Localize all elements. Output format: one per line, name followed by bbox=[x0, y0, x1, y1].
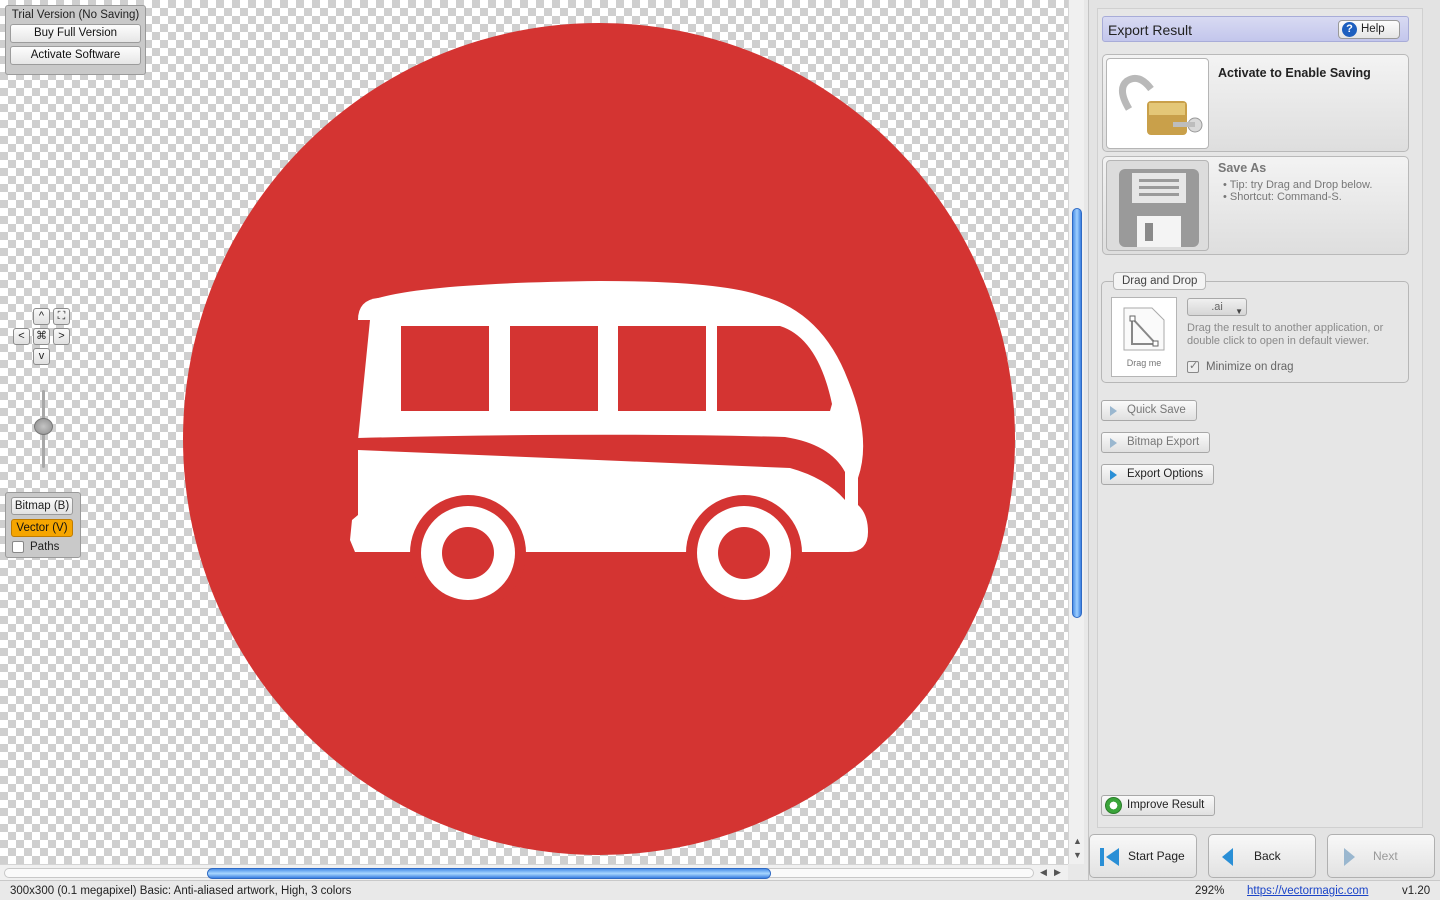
quick-save-label: Quick Save bbox=[1127, 404, 1186, 416]
vector-artwork bbox=[183, 23, 1015, 855]
drag-me-tile[interactable]: Drag me bbox=[1111, 297, 1177, 377]
bitmap-export-label: Bitmap Export bbox=[1127, 436, 1200, 448]
buy-full-version-button[interactable]: Buy Full Version bbox=[10, 24, 141, 43]
center-view-icon[interactable]: ⌘ bbox=[33, 328, 50, 345]
improve-result-button[interactable]: Improve Result bbox=[1101, 795, 1216, 816]
drag-drop-hint: Drag the result to another application, … bbox=[1187, 322, 1384, 347]
start-page-label: Start Page bbox=[1128, 849, 1185, 863]
fit-view-icon[interactable]: ⛶ bbox=[53, 308, 70, 325]
paths-checkbox[interactable] bbox=[12, 541, 24, 553]
scroll-down-icon[interactable]: ▼ bbox=[1073, 850, 1082, 860]
improve-result-label: Improve Result bbox=[1127, 799, 1205, 811]
refresh-icon bbox=[1105, 797, 1122, 814]
horizontal-scrollbar[interactable]: ◀ ▶ bbox=[0, 864, 1068, 880]
activate-card[interactable]: Activate to Enable Saving bbox=[1102, 54, 1409, 152]
bitmap-export-button[interactable]: Bitmap Export bbox=[1101, 432, 1211, 453]
export-result-header: Export Result ? Help bbox=[1102, 16, 1409, 42]
export-options-button[interactable]: Export Options bbox=[1101, 464, 1215, 485]
vertical-scrollbar[interactable]: ▲ ▼ bbox=[1068, 0, 1084, 864]
format-select-value: .ai bbox=[1211, 301, 1223, 313]
save-as-card[interactable]: Save As Tip: try Drag and Drop below. Sh… bbox=[1102, 156, 1409, 255]
help-icon: ? bbox=[1342, 22, 1357, 37]
activate-software-button[interactable]: Activate Software bbox=[10, 46, 141, 65]
scroll-up-icon[interactable]: ▲ bbox=[1073, 836, 1082, 846]
version-label: v1.20 bbox=[1402, 885, 1431, 897]
help-button[interactable]: ? Help bbox=[1338, 20, 1400, 39]
artwork-canvas[interactable]: Trial Version (No Saving) Buy Full Versi… bbox=[0, 0, 1068, 864]
drag-drop-legend: Drag and Drop bbox=[1113, 272, 1207, 290]
pan-right-button[interactable]: > bbox=[53, 328, 70, 345]
vector-file-icon bbox=[1123, 307, 1165, 351]
start-page-button[interactable]: Start Page bbox=[1089, 834, 1197, 878]
zoom-slider-thumb[interactable] bbox=[34, 418, 53, 435]
minimize-on-drag-toggle[interactable]: Minimize on drag bbox=[1187, 359, 1294, 373]
next-button[interactable]: Next bbox=[1327, 834, 1435, 878]
horizontal-scroll-thumb[interactable] bbox=[207, 868, 771, 879]
paths-label: Paths bbox=[30, 541, 60, 553]
play-arrow-icon bbox=[1110, 438, 1117, 448]
scroll-left-icon[interactable]: ◀ bbox=[1040, 867, 1047, 878]
view-mode-panel: Bitmap (B) Vector (V) Paths bbox=[5, 492, 81, 558]
minimize-checkbox[interactable] bbox=[1187, 359, 1199, 373]
pan-left-button[interactable]: < bbox=[13, 328, 30, 345]
export-result-title: Export Result bbox=[1108, 22, 1193, 38]
next-arrow-icon bbox=[1344, 848, 1355, 866]
back-arrow-icon bbox=[1222, 848, 1233, 866]
trial-panel: Trial Version (No Saving) Buy Full Versi… bbox=[5, 5, 146, 75]
website-link[interactable]: https://vectormagic.com bbox=[1247, 885, 1368, 897]
pan-up-button[interactable]: ^ bbox=[33, 308, 50, 325]
trial-title: Trial Version (No Saving) bbox=[11, 9, 140, 21]
format-select[interactable]: .ai ▼ bbox=[1187, 298, 1247, 316]
zoom-level: 292% bbox=[1195, 885, 1225, 897]
play-arrow-icon bbox=[1110, 406, 1117, 416]
save-as-tip: Tip: try Drag and Drop below. bbox=[1223, 179, 1373, 191]
next-label: Next bbox=[1373, 849, 1398, 863]
back-button[interactable]: Back bbox=[1208, 834, 1316, 878]
quick-save-button[interactable]: Quick Save bbox=[1101, 400, 1197, 421]
back-label: Back bbox=[1254, 849, 1281, 863]
drag-me-label: Drag me bbox=[1126, 358, 1162, 368]
chevron-down-icon: ▼ bbox=[1235, 307, 1243, 316]
save-as-title: Save As bbox=[1218, 161, 1267, 175]
save-as-tip: Shortcut: Command-S. bbox=[1223, 191, 1372, 203]
pan-down-button[interactable]: v bbox=[33, 348, 50, 365]
vertical-scroll-thumb[interactable] bbox=[1072, 208, 1082, 618]
floppy-disk-icon bbox=[1106, 160, 1209, 251]
image-info: 300x300 (0.1 megapixel) Basic: Anti-alia… bbox=[10, 885, 352, 897]
padlock-icon bbox=[1106, 58, 1209, 149]
vector-mode-button[interactable]: Vector (V) bbox=[11, 519, 73, 537]
bitmap-mode-button[interactable]: Bitmap (B) bbox=[11, 497, 73, 515]
help-label: Help bbox=[1361, 23, 1385, 35]
activate-card-title: Activate to Enable Saving bbox=[1218, 66, 1371, 80]
minimize-label: Minimize on drag bbox=[1206, 361, 1294, 373]
paths-toggle[interactable]: Paths bbox=[12, 541, 77, 553]
scroll-right-icon[interactable]: ▶ bbox=[1054, 867, 1061, 878]
play-arrow-icon bbox=[1110, 470, 1117, 480]
save-as-tips: Tip: try Drag and Drop below. Shortcut: … bbox=[1223, 179, 1373, 203]
status-bar: 300x300 (0.1 megapixel) Basic: Anti-alia… bbox=[0, 880, 1440, 900]
export-options-label: Export Options bbox=[1127, 468, 1204, 480]
rewind-icon bbox=[1100, 848, 1119, 866]
